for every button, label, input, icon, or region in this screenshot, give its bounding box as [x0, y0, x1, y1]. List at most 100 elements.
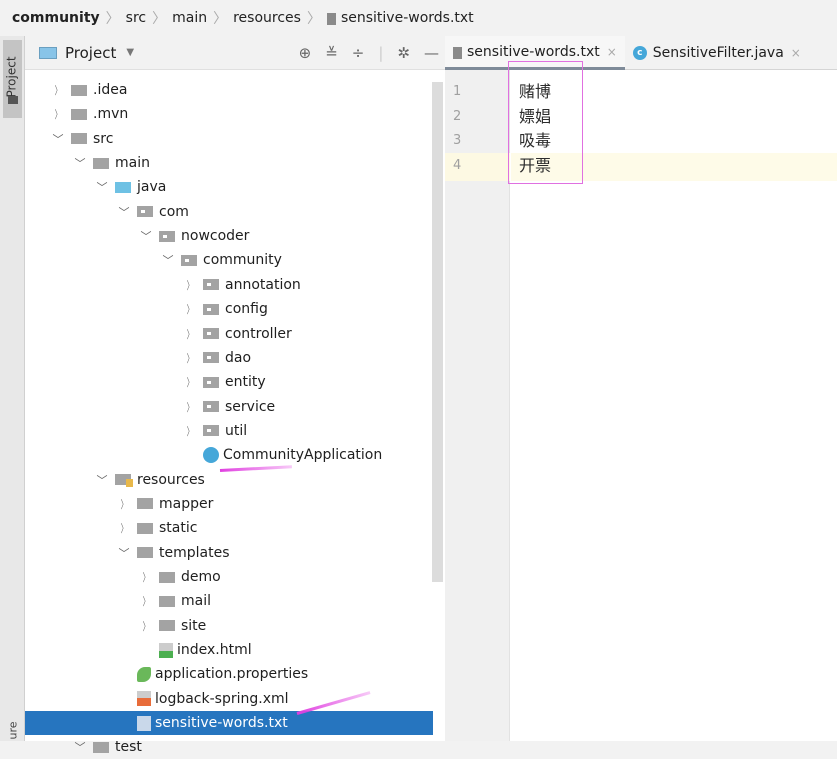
tree-item[interactable]: 〉 .idea [25, 78, 433, 102]
tree-item[interactable]: 〉 entity [25, 370, 433, 394]
line-number: 1 [453, 84, 462, 99]
tree-item[interactable]: ﹀ nowcoder [25, 224, 433, 248]
text-file-icon [326, 13, 336, 25]
tree-item-label: logback-spring.xml [155, 690, 289, 707]
tree-item[interactable]: 〉 util [25, 419, 433, 443]
breadcrumb-item[interactable]: resources [233, 10, 301, 26]
tree-item[interactable]: ﹀ main [25, 151, 433, 175]
editor: sensitive-words.txt × c SensitiveFilter.jav… [445, 36, 837, 741]
chevron-right-icon[interactable]: 〉 [142, 569, 150, 585]
folder-icon [159, 571, 175, 583]
tree-item[interactable]: 〉 annotation [25, 273, 433, 297]
chevron-right-icon[interactable]: 〉 [186, 326, 194, 342]
tree-item-label: service [225, 398, 276, 415]
breadcrumb-item[interactable]: main [172, 10, 207, 26]
tree-scrollbar[interactable] [432, 82, 443, 582]
breadcrumb-separator: 〉 [105, 11, 120, 27]
tree-item-label: static [159, 520, 198, 537]
chevron-right-icon[interactable]: 〉 [186, 277, 194, 293]
project-panel: Project ▼ ⊕ ≚ ÷ | ✲ — 〉 .idea 〉 .mvn ﹀ src ﹀ ma… [25, 36, 445, 755]
tree-item[interactable]: ﹀ java [25, 175, 433, 199]
tree-item[interactable]: 〉 .mvn [25, 102, 433, 126]
chevron-down-icon[interactable]: ﹀ [139, 228, 153, 244]
project-view-icon [39, 46, 57, 59]
close-icon[interactable]: × [791, 46, 801, 60]
tree-item[interactable]: index.html [25, 638, 433, 662]
tree-item[interactable]: ﹀ com [25, 200, 433, 224]
chevron-down-icon[interactable]: ﹀ [51, 131, 65, 147]
breadcrumb-item[interactable]: community [12, 10, 100, 26]
chevron-right-icon[interactable]: 〉 [186, 374, 194, 390]
chevron-down-icon[interactable]: ﹀ [117, 204, 131, 220]
tree-item[interactable]: ﹀ test [25, 735, 433, 759]
project-view-selector[interactable]: Project [65, 44, 116, 62]
chevron-down-icon[interactable]: ﹀ [95, 179, 109, 195]
tree-item-label: .idea [93, 82, 128, 98]
gear-icon[interactable]: ✲ [397, 44, 410, 62]
tree-item[interactable]: 〉 config [25, 297, 433, 321]
editor-tab-label: sensitive-words.txt [467, 43, 600, 60]
tree-item[interactable]: ﹀ community [25, 248, 433, 272]
chevron-right-icon[interactable]: 〉 [120, 520, 128, 536]
tree-item-label: controller [225, 325, 292, 342]
tree-item[interactable]: 〉 site [25, 614, 433, 638]
tree-item[interactable]: 〉 service [25, 395, 433, 419]
package-icon [203, 352, 219, 364]
tree-item[interactable]: 〉 demo [25, 565, 433, 589]
tree-item-label: site [181, 617, 207, 634]
editor-tab[interactable]: c SensitiveFilter.java × [625, 36, 809, 70]
chevron-down-icon[interactable]: ﹀ [161, 252, 175, 268]
chevron-right-icon[interactable]: 〉 [186, 399, 194, 415]
chevron-right-icon[interactable]: 〉 [142, 593, 150, 609]
source-folder-icon [115, 181, 131, 193]
folder-icon [137, 498, 153, 510]
tree-item[interactable]: ﹀ templates [25, 541, 433, 565]
locate-icon[interactable]: ⊕ [299, 44, 312, 62]
tree-item-label: mail [181, 593, 211, 610]
folder-icon [93, 741, 109, 753]
tree-item[interactable]: 〉 controller [25, 322, 433, 346]
tree-item[interactable]: ﹀ src [25, 127, 433, 151]
left-tool-strip: Project ure [0, 36, 25, 741]
text-file-icon [453, 46, 462, 59]
tree-item-label: demo [181, 569, 221, 585]
project-tool-tab[interactable]: Project [3, 40, 22, 118]
tree-item-label: main [115, 155, 150, 172]
tree-item[interactable]: 〉 mail [25, 589, 433, 613]
tree-item[interactable]: logback-spring.xml [25, 687, 433, 711]
chevron-down-icon[interactable]: ﹀ [73, 155, 87, 171]
chevron-down-icon[interactable]: ﹀ [117, 545, 131, 561]
tree-item[interactable]: 〉 static [25, 516, 433, 540]
tree-item[interactable]: CommunityApplication [25, 443, 433, 467]
tree-item-label: com [159, 203, 189, 220]
breadcrumb-item[interactable]: sensitive-words.txt [341, 10, 474, 26]
tree-item-label: nowcoder [181, 228, 250, 245]
breadcrumb-item[interactable]: src [126, 10, 146, 26]
text-file-icon [137, 715, 151, 731]
editor-tab-label: SensitiveFilter.java [652, 45, 784, 61]
chevron-right-icon[interactable]: 〉 [54, 106, 62, 122]
tree-item[interactable]: 〉 mapper [25, 492, 433, 516]
structure-tool-tab[interactable]: ure [7, 721, 20, 739]
chevron-right-icon[interactable]: 〉 [120, 496, 128, 512]
collapse-all-icon[interactable]: ÷ [352, 44, 365, 62]
chevron-right-icon[interactable]: 〉 [186, 350, 194, 366]
package-icon [203, 279, 219, 291]
expand-all-icon[interactable]: ≚ [325, 44, 338, 62]
hide-icon[interactable]: — [424, 44, 439, 62]
java-class-icon: c [632, 46, 647, 60]
line-number: 4 [453, 157, 462, 173]
tree-item[interactable]: 〉 dao [25, 346, 433, 370]
chevron-right-icon[interactable]: 〉 [186, 301, 194, 317]
chevron-down-icon[interactable]: ﹀ [95, 472, 109, 488]
chevron-right-icon[interactable]: 〉 [54, 82, 62, 98]
close-icon[interactable]: × [607, 45, 617, 59]
breadcrumb-separator: 〉 [213, 11, 228, 27]
chevron-down-icon[interactable]: ﹀ [73, 739, 87, 755]
tree-item[interactable]: sensitive-words.txt [25, 711, 433, 736]
chevron-right-icon[interactable]: 〉 [142, 618, 150, 634]
tree-item[interactable]: application.properties [25, 662, 433, 686]
chevron-right-icon[interactable]: 〉 [186, 423, 194, 439]
package-icon [181, 254, 197, 266]
chevron-down-icon[interactable]: ▼ [126, 47, 134, 58]
